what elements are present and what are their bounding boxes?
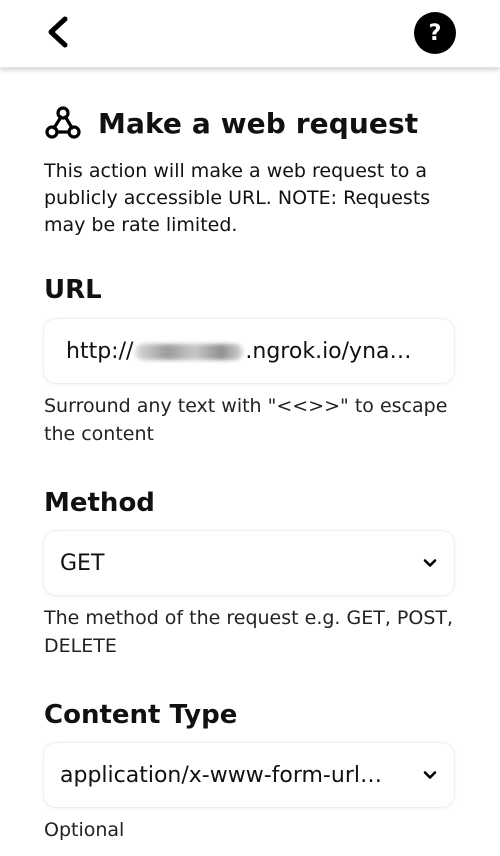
top-bar: ? bbox=[0, 0, 500, 68]
content-type-label: Content Type bbox=[44, 700, 238, 730]
content-type-value: application/x-www-form-url… bbox=[60, 762, 382, 788]
page-title: Make a web request bbox=[98, 106, 419, 140]
back-button[interactable] bbox=[38, 12, 78, 52]
url-label: URL bbox=[44, 275, 102, 305]
method-label: Method bbox=[44, 488, 155, 518]
content-type-select[interactable]: application/x-www-form-url… bbox=[44, 743, 454, 807]
action-header: Make a web request bbox=[44, 104, 418, 142]
chevron-down-icon bbox=[423, 771, 437, 779]
url-input[interactable]: http://.ngrok.io/yna… bbox=[44, 319, 454, 383]
method-help-text: The method of the request e.g. GET, POST… bbox=[44, 607, 454, 657]
content-type-help-text: Optional bbox=[44, 819, 125, 841]
url-help-text: Surround any text with "<<>>" to escape … bbox=[44, 395, 448, 445]
help-button[interactable]: ? bbox=[414, 12, 456, 54]
url-value: http://.ngrok.io/yna… bbox=[66, 338, 412, 364]
chevron-left-icon bbox=[48, 16, 68, 48]
action-description: This action will make a web request to a… bbox=[44, 160, 431, 236]
help-icon-label: ? bbox=[428, 20, 442, 46]
chevron-down-icon bbox=[423, 559, 437, 567]
webhook-icon bbox=[45, 106, 81, 139]
method-select[interactable]: GET bbox=[44, 531, 454, 595]
action-config-panel: Make a web request This action will make… bbox=[0, 68, 500, 856]
method-value: GET bbox=[60, 550, 105, 576]
redacted-subdomain bbox=[135, 343, 244, 360]
